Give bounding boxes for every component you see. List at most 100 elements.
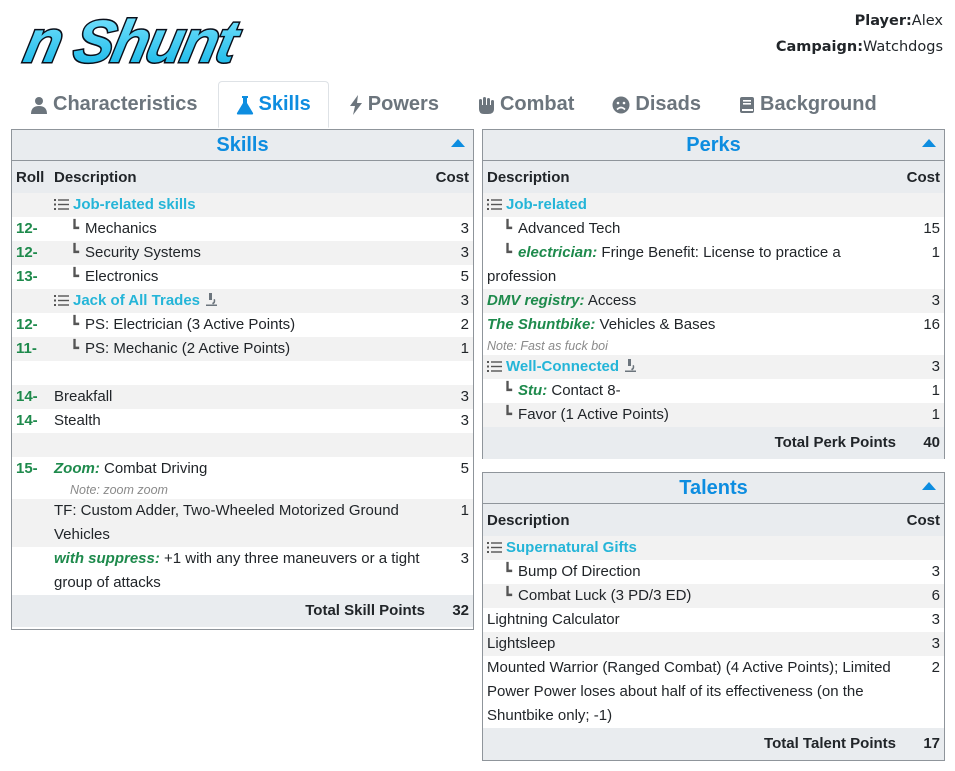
tab-combat[interactable]: Combat (459, 81, 592, 128)
skills-table: Roll Description Cost Job-related skills… (12, 161, 473, 627)
table-row: 14- Breakfall 3 (12, 385, 473, 409)
cost-cell: 3 (460, 412, 469, 429)
skills-panel-header[interactable]: Skills (12, 130, 473, 161)
indent-marker-icon: ┗ (70, 220, 80, 237)
custom-name: Zoom: (54, 460, 100, 477)
table-row: Supernatural Gifts (483, 536, 944, 560)
description-cell: ┗ Favor (1 Active Points) (483, 403, 900, 427)
tab-skills[interactable]: Skills (217, 81, 329, 128)
total-row: Total Skill Points 32 (12, 595, 473, 627)
description-cell: DMV registry: Access (483, 289, 900, 313)
table-row: ┗ Bump Of Direction 3 (483, 560, 944, 584)
flask-icon (236, 95, 253, 114)
tab-powers[interactable]: Powers (331, 81, 457, 128)
table-row: ┗ Favor (1 Active Points) 1 (483, 403, 944, 427)
cost-cell: 1 (931, 382, 940, 399)
group-label: Jack of All Trades (73, 292, 201, 309)
table-row: Job-related skills (12, 193, 473, 217)
indent-marker-icon: ┗ (70, 268, 80, 285)
cost-cell: 3 (900, 355, 944, 379)
roll-cell (12, 499, 50, 547)
perks-panel-header[interactable]: Perks (483, 130, 944, 161)
collapse-caret-icon[interactable] (922, 139, 936, 147)
table-row: ┗ electrician: Fringe Benefit: License to… (483, 241, 944, 289)
cost-cell: 1 (900, 241, 944, 289)
cost-cell: 16 (923, 316, 940, 333)
cost-cell: 5 (460, 268, 469, 285)
cost-cell: 6 (900, 584, 944, 608)
group-label: Well-Connected (506, 358, 620, 375)
col-description: Description (483, 504, 900, 536)
table-row: Job-related (483, 193, 944, 217)
description-cell: ┗ Combat Luck (3 PD/3 ED) (483, 584, 900, 608)
cost-cell: 3 (429, 385, 473, 409)
panel-title: Perks (686, 134, 741, 156)
bolt-icon (349, 94, 362, 115)
col-description: Description (50, 161, 429, 193)
tab-characteristics[interactable]: Characteristics (12, 81, 216, 128)
cost-cell (900, 193, 944, 217)
description-cell: ┗ PS: Mechanic (2 Active Points) (50, 337, 429, 361)
tab-disads[interactable]: Disads (594, 81, 719, 128)
tab-label: Characteristics (53, 93, 198, 115)
description-cell: ┗ Electronics (50, 265, 429, 289)
roll-cell (12, 193, 50, 217)
note-text: Note: zoom zoom (70, 483, 168, 497)
indent-marker-icon: ┗ (70, 244, 80, 261)
tab-bar: Characteristics Skills Powers Combat Dis… (12, 81, 945, 129)
collapse-caret-icon[interactable] (922, 482, 936, 490)
roll-cell: 12- (12, 241, 50, 265)
custom-name: electrician: (518, 244, 598, 261)
total-label: Total Perk Points (483, 427, 900, 459)
collapse-caret-icon[interactable] (451, 139, 465, 147)
talents-table: Description Cost Supernatural Gifts ┗ Bum… (483, 504, 944, 760)
table-row: 12- ┗ Mechanics 3 (12, 217, 473, 241)
skill-name: Combat Driving (104, 460, 208, 477)
frown-icon (612, 96, 630, 113)
skill-name: Stealth (54, 412, 101, 429)
description-cell: ┗ Bump Of Direction (483, 560, 900, 584)
description-cell: Zoom: Combat Driving Note: zoom zoom (50, 457, 429, 499)
description-cell: ┗ Stu: Contact 8- (483, 379, 900, 403)
col-cost: Cost (900, 161, 944, 193)
col-cost: Cost (429, 161, 473, 193)
cost-cell: 3 (931, 563, 940, 580)
fist-icon (478, 96, 494, 114)
indent-marker-icon: ┗ (503, 406, 513, 423)
talent-name: Bump Of Direction (518, 563, 641, 580)
table-row: DMV registry: Access 3 (483, 289, 944, 313)
description-cell: with suppress: +1 with any three maneuve… (50, 547, 429, 595)
description-cell: Jack of All Trades (50, 289, 429, 313)
total-value: 40 (900, 427, 944, 459)
skill-name: PS: Mechanic (2 Active Points) (85, 340, 291, 357)
cost-cell: 3 (460, 220, 469, 237)
cost-cell: 1 (429, 337, 473, 361)
panel-title: Skills (216, 134, 269, 156)
description-cell: Supernatural Gifts (483, 536, 900, 560)
roll-cell (12, 289, 50, 313)
spacer-row (12, 361, 473, 385)
cost-cell: 2 (931, 659, 940, 676)
description-cell: The Shuntbike: Vehicles & Bases Note: Fas… (483, 313, 900, 355)
talent-name: Combat Luck (3 PD/3 ED) (518, 587, 692, 604)
cost-cell: 3 (900, 289, 944, 313)
tab-background[interactable]: Background (721, 81, 895, 128)
group-label: Supernatural Gifts (506, 539, 637, 556)
cost-cell: 3 (900, 632, 944, 656)
perks-panel: Perks Description Cost Job-related ┗ Adva… (482, 129, 945, 459)
custom-name: with suppress: (54, 550, 160, 567)
skill-name: Mechanics (85, 220, 157, 237)
cost-cell: 1 (900, 403, 944, 427)
table-row: 14- Stealth 3 (12, 409, 473, 433)
talent-name: Lightsleep (483, 632, 900, 656)
total-label: Total Talent Points (483, 728, 900, 760)
skill-name: PS: Electrician (3 Active Points) (85, 316, 296, 333)
list-icon (487, 361, 502, 372)
roll-cell: 14- (16, 412, 38, 429)
talents-panel-header[interactable]: Talents (483, 473, 944, 504)
table-row: Mounted Warrior (Ranged Combat) (4 Activ… (483, 656, 944, 728)
roll-cell (12, 547, 50, 595)
custom-name: The Shuntbike: (487, 316, 596, 333)
total-row: Total Perk Points 40 (483, 427, 944, 459)
table-row: Well-Connected 3 (483, 355, 944, 379)
